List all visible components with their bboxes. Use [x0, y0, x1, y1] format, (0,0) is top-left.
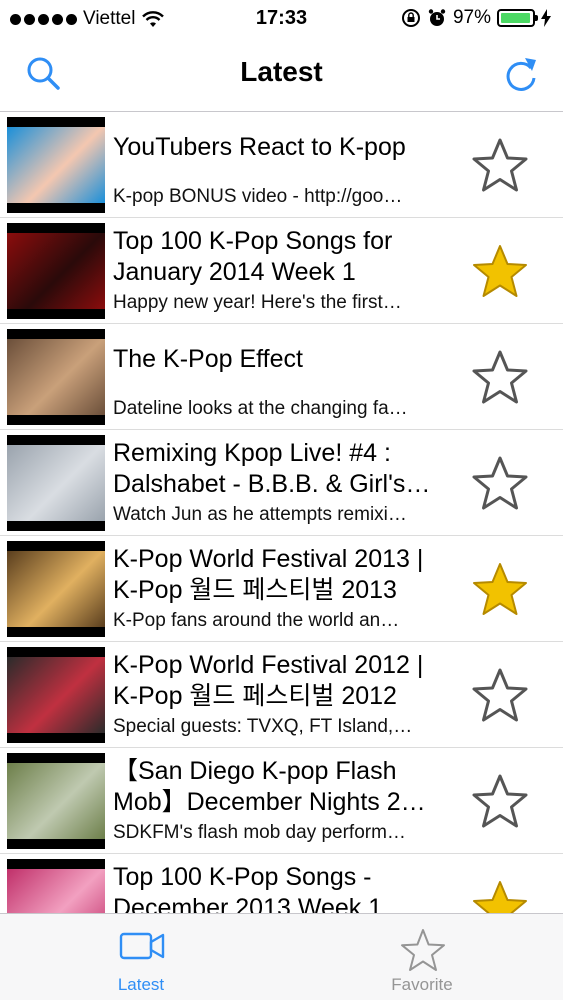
video-title-line: K-Pop World Festival 2013 |: [113, 545, 424, 573]
video-thumbnail: [7, 647, 105, 743]
video-title: YouTubers React to K-pop: [113, 132, 463, 163]
video-row[interactable]: 【San Diego K-pop Flash Mob】December Night…: [0, 748, 563, 854]
tab-favorite-label: Favorite: [391, 975, 453, 994]
video-title: Top 100 K-Pop Songs for January 2014 Week…: [113, 226, 463, 288]
video-title-line: K-Pop 월드 페스티벌 2013: [113, 576, 397, 604]
favorite-star-filled-icon[interactable]: [469, 877, 531, 913]
video-thumbnail: [7, 329, 105, 425]
star-icon: [401, 929, 445, 971]
favorite-star-filled-icon[interactable]: [469, 241, 531, 301]
charging-icon: [541, 9, 551, 27]
video-row[interactable]: YouTubers React to K-pop K-pop BONUS vide…: [0, 112, 563, 218]
status-bar: Viettel 17:33 97%: [0, 0, 563, 38]
video-title-line: Top 100 K-Pop Songs -: [113, 863, 372, 891]
video-description: SDKFM's flash mob day perform…: [113, 822, 406, 843]
rotation-lock-icon: [401, 9, 420, 27]
video-title-line: YouTubers React to K-pop: [113, 133, 406, 161]
favorite-star-icon[interactable]: [469, 771, 531, 831]
video-list[interactable]: YouTubers React to K-pop K-pop BONUS vide…: [0, 112, 563, 913]
video-row[interactable]: The K-Pop Effect Dateline looks at the ch…: [0, 324, 563, 430]
video-row[interactable]: Top 100 K-Pop Songs for January 2014 Week…: [0, 218, 563, 324]
favorite-star-icon[interactable]: [469, 347, 531, 407]
video-title-line: Remixing Kpop Live! #4 :: [113, 439, 391, 467]
video-title: Top 100 K-Pop Songs - December 2013 Week …: [113, 862, 463, 913]
video-title-line: K-Pop 월드 페스티벌 2012: [113, 682, 397, 710]
video-thumbnail: [7, 223, 105, 319]
video-description: Special guests: TVXQ, FT Island,…: [113, 716, 413, 737]
video-title-line: Mob】December Nights 2…: [113, 788, 426, 816]
favorite-star-filled-icon[interactable]: [469, 559, 531, 619]
navigation-bar: Latest: [0, 38, 563, 112]
video-row[interactable]: K-Pop World Festival 2012 | K-Pop 월드 페스티벌…: [0, 642, 563, 748]
refresh-icon[interactable]: [501, 54, 541, 94]
video-row[interactable]: K-Pop World Festival 2013 | K-Pop 월드 페스티벌…: [0, 536, 563, 642]
video-title-line: Dalshabet - B.B.B. & Girl's…: [113, 470, 431, 498]
favorite-star-icon[interactable]: [469, 135, 531, 195]
tab-latest[interactable]: Latest: [41, 914, 241, 1001]
video-title: The K-Pop Effect: [113, 344, 463, 375]
page-title: Latest: [240, 56, 323, 87]
tab-bar: Latest Favorite: [0, 913, 563, 1000]
video-title: Remixing Kpop Live! #4 : Dalshabet - B.B.…: [113, 438, 463, 500]
battery-icon: [497, 9, 538, 27]
video-title-line: 【San Diego K-pop Flash: [113, 757, 397, 785]
video-camera-icon: [119, 932, 165, 960]
video-description: Dateline looks at the changing fa…: [113, 398, 408, 419]
video-row[interactable]: Remixing Kpop Live! #4 : Dalshabet - B.B.…: [0, 430, 563, 536]
favorite-star-icon[interactable]: [469, 665, 531, 725]
video-description: Happy new year! Here's the first…: [113, 292, 402, 313]
video-title-line: The K-Pop Effect: [113, 345, 303, 373]
video-title-line: K-Pop World Festival 2012 |: [113, 651, 424, 679]
video-title: K-Pop World Festival 2012 | K-Pop 월드 페스티벌…: [113, 650, 463, 712]
battery-percent: 97%: [452, 7, 491, 28]
video-description: K-Pop fans around the world an…: [113, 610, 400, 631]
video-thumbnail: [7, 435, 105, 531]
video-thumbnail: [7, 541, 105, 637]
alarm-icon: [428, 9, 446, 26]
video-title-line: December 2013 Week 1: [113, 894, 383, 913]
video-thumbnail: [7, 117, 105, 213]
video-title: 【San Diego K-pop Flash Mob】December Night…: [113, 756, 463, 818]
favorite-star-icon[interactable]: [469, 453, 531, 513]
video-title-line: Top 100 K-Pop Songs for: [113, 227, 393, 255]
status-right: 97%: [401, 7, 551, 29]
video-description: Watch Jun as he attempts remixi…: [113, 504, 407, 525]
video-row[interactable]: Top 100 K-Pop Songs - December 2013 Week …: [0, 854, 563, 913]
video-title: K-Pop World Festival 2013 | K-Pop 월드 페스티벌…: [113, 544, 463, 606]
video-title-line: January 2014 Week 1: [113, 258, 356, 286]
tab-favorite[interactable]: Favorite: [322, 914, 522, 1001]
tab-latest-label: Latest: [117, 975, 165, 994]
video-description: K-pop BONUS video - http://goo…: [113, 186, 403, 207]
video-thumbnail: [7, 753, 105, 849]
video-thumbnail: [7, 859, 105, 913]
